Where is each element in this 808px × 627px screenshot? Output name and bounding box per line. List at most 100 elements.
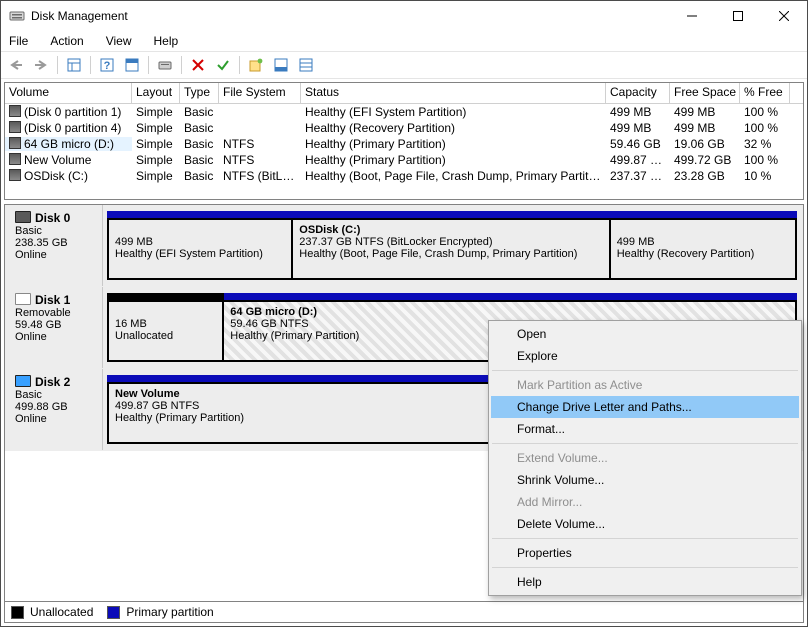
context-menu-item[interactable]: Explore xyxy=(491,345,799,367)
partition-size: 59.46 GB NTFS xyxy=(230,318,308,330)
volume-row[interactable]: 64 GB micro (D:)SimpleBasicNTFSHealthy (… xyxy=(5,136,803,152)
close-button[interactable] xyxy=(761,1,807,31)
cell-fs: NTFS (BitLo... xyxy=(219,169,301,183)
check-icon[interactable] xyxy=(212,54,234,76)
context-menu-item[interactable]: Shrink Volume... xyxy=(491,469,799,491)
disk-name: Disk 1 xyxy=(35,293,70,307)
disk-header-2[interactable]: Disk 2 Basic 499.88 GB Online xyxy=(5,369,103,450)
titlebar: Disk Management xyxy=(1,1,807,31)
context-menu-item[interactable]: Change Drive Letter and Paths... xyxy=(491,396,799,418)
delete-icon[interactable] xyxy=(187,54,209,76)
partition-size: 237.37 GB NTFS (BitLocker Encrypted) xyxy=(299,236,492,248)
cell-pct: 100 % xyxy=(740,105,790,119)
partition-size: 499 MB xyxy=(115,236,153,248)
cell-layout: Simple xyxy=(132,169,180,183)
back-button[interactable] xyxy=(5,54,27,76)
column-header-pct[interactable]: % Free xyxy=(740,83,790,103)
disk-status: Online xyxy=(15,413,47,425)
context-menu-item[interactable]: Format... xyxy=(491,418,799,440)
context-menu-item[interactable]: Open xyxy=(491,323,799,345)
context-menu-item[interactable]: Properties xyxy=(491,542,799,564)
volume-stripe-icon xyxy=(9,121,21,133)
partition-box[interactable]: 499 MB Healthy (EFI System Partition) xyxy=(107,218,293,280)
volume-stripe-icon xyxy=(9,105,21,117)
cell-pct: 10 % xyxy=(740,169,790,183)
cell-pct: 100 % xyxy=(740,153,790,167)
cell-type: Basic xyxy=(180,169,219,183)
cell-free: 19.06 GB xyxy=(670,137,740,151)
cell-layout: Simple xyxy=(132,105,180,119)
svg-text:?: ? xyxy=(104,60,111,72)
context-menu-item: Extend Volume... xyxy=(491,447,799,469)
context-menu-item[interactable]: Help xyxy=(491,571,799,593)
context-menu-item[interactable]: Delete Volume... xyxy=(491,513,799,535)
disk-type: Basic xyxy=(15,225,42,237)
disk-status: Online xyxy=(15,331,47,343)
volume-row[interactable]: OSDisk (C:)SimpleBasicNTFS (BitLo...Heal… xyxy=(5,168,803,184)
partition-status: Healthy (Recovery Partition) xyxy=(617,248,755,260)
partition-box[interactable]: OSDisk (C:) 237.37 GB NTFS (BitLocker En… xyxy=(293,218,610,280)
column-header-free[interactable]: Free Space xyxy=(670,83,740,103)
app-icon xyxy=(9,8,25,24)
menu-help[interactable]: Help xyxy=(152,33,181,49)
cell-layout: Simple xyxy=(132,153,180,167)
column-header-layout[interactable]: Layout xyxy=(132,83,180,103)
context-menu-item: Add Mirror... xyxy=(491,491,799,513)
cell-status: Healthy (Boot, Page File, Crash Dump, Pr… xyxy=(301,169,606,183)
layout-top-button[interactable] xyxy=(121,54,143,76)
bottom-layout-icon[interactable] xyxy=(270,54,292,76)
cell-layout: Simple xyxy=(132,121,180,135)
disk-icon xyxy=(15,211,31,223)
column-header-status[interactable]: Status xyxy=(301,83,606,103)
partition-label: OSDisk (C:) xyxy=(299,224,360,236)
cell-pct: 32 % xyxy=(740,137,790,151)
volume-stripe-icon xyxy=(9,137,21,149)
maximize-button[interactable] xyxy=(715,1,761,31)
column-header-capacity[interactable]: Capacity xyxy=(606,83,670,103)
partition-box[interactable]: 499 MB Healthy (Recovery Partition) xyxy=(611,218,797,280)
disk-header-0[interactable]: Disk 0 Basic 238.35 GB Online xyxy=(5,205,103,286)
cell-volume: OSDisk (C:) xyxy=(5,169,132,183)
cell-capacity: 237.37 GB xyxy=(606,169,670,183)
legend-swatch-primary xyxy=(107,606,120,619)
column-header-fs[interactable]: File System xyxy=(219,83,301,103)
disk-type: Removable xyxy=(15,307,71,319)
cell-volume: New Volume xyxy=(5,153,132,167)
toolbar: ? xyxy=(1,51,807,79)
volume-list-body: (Disk 0 partition 1)SimpleBasicHealthy (… xyxy=(5,104,803,199)
cell-capacity: 499 MB xyxy=(606,121,670,135)
volume-row[interactable]: (Disk 0 partition 1)SimpleBasicHealthy (… xyxy=(5,104,803,120)
volume-row[interactable]: (Disk 0 partition 4)SimpleBasicHealthy (… xyxy=(5,120,803,136)
volume-list[interactable]: VolumeLayoutTypeFile SystemStatusCapacit… xyxy=(4,82,804,200)
cell-free: 499.72 GB xyxy=(670,153,740,167)
volume-row[interactable]: New VolumeSimpleBasicNTFSHealthy (Primar… xyxy=(5,152,803,168)
partition-label: New Volume xyxy=(115,388,180,400)
scan-button[interactable] xyxy=(154,54,176,76)
cell-status: Healthy (Primary Partition) xyxy=(301,137,606,151)
volume-stripe-icon xyxy=(9,153,21,165)
context-menu: OpenExploreMark Partition as ActiveChang… xyxy=(488,320,802,596)
context-menu-separator xyxy=(492,567,798,568)
minimize-button[interactable] xyxy=(669,1,715,31)
cell-fs: NTFS xyxy=(219,137,301,151)
window-buttons xyxy=(669,1,807,31)
column-header-volume[interactable]: Volume xyxy=(5,83,132,103)
menu-action[interactable]: Action xyxy=(48,33,85,49)
cell-status: Healthy (Recovery Partition) xyxy=(301,121,606,135)
refresh-layout-button[interactable] xyxy=(63,54,85,76)
new-partition-icon[interactable] xyxy=(245,54,267,76)
partition-box-unallocated[interactable]: 16 MB Unallocated xyxy=(107,300,224,362)
legend-label: Unallocated xyxy=(30,605,93,619)
list-layout-icon[interactable] xyxy=(295,54,317,76)
menu-file[interactable]: File xyxy=(7,33,30,49)
forward-button[interactable] xyxy=(30,54,52,76)
legend-label: Primary partition xyxy=(126,605,213,619)
menu-view[interactable]: View xyxy=(104,33,134,49)
column-header-type[interactable]: Type xyxy=(180,83,219,103)
cell-capacity: 499 MB xyxy=(606,105,670,119)
help-button[interactable]: ? xyxy=(96,54,118,76)
partition-label: 64 GB micro (D:) xyxy=(230,306,317,318)
cell-capacity: 499.87 GB xyxy=(606,153,670,167)
disk-header-1[interactable]: Disk 1 Removable 59.48 GB Online xyxy=(5,287,103,368)
disk-name: Disk 2 xyxy=(35,375,70,389)
